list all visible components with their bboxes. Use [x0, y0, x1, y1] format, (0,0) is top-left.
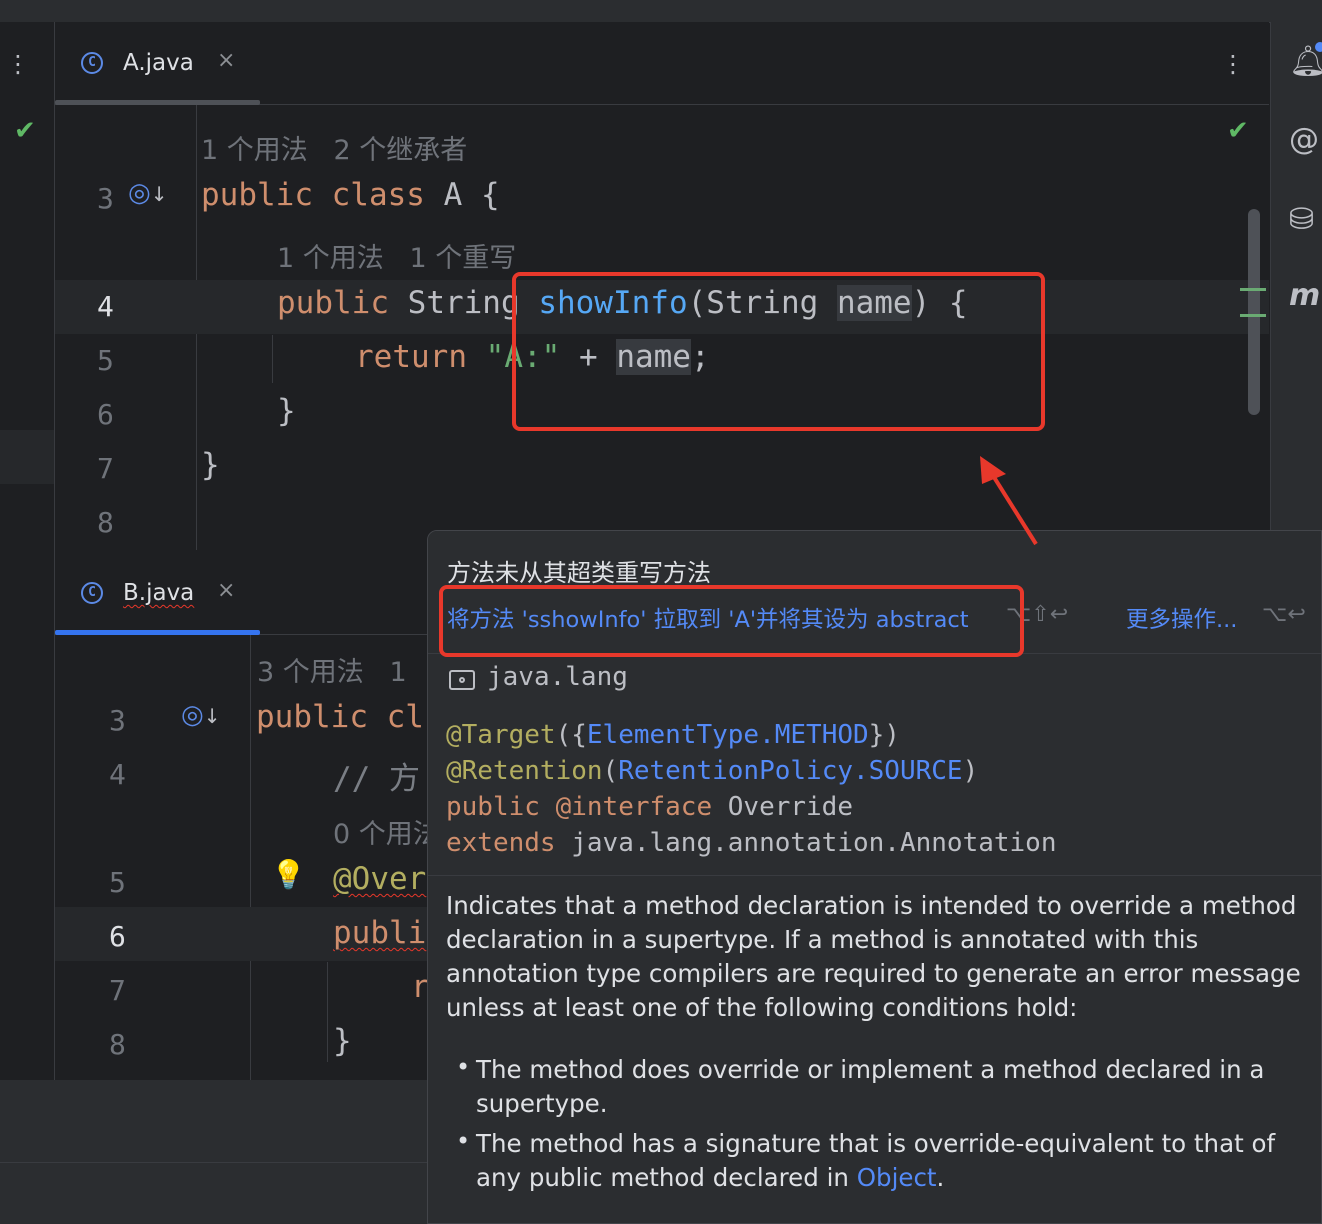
error-stripe-mark[interactable]: [1240, 314, 1266, 317]
class-icon: C: [81, 52, 103, 74]
code-line-5[interactable]: @Over: [333, 861, 426, 897]
doc-bullet: The method does override or implement a …: [476, 1055, 1265, 1118]
line-number: 3: [97, 182, 114, 215]
code-line-6[interactable]: publi: [333, 915, 426, 951]
doc-body: Indicates that a method declaration is i…: [428, 875, 1321, 1223]
tab-underline: [55, 100, 260, 105]
maven-icon[interactable]: m: [1289, 278, 1320, 313]
close-icon[interactable]: ×: [217, 578, 235, 603]
more-actions-link[interactable]: 更多操作...: [1126, 602, 1237, 634]
check-icon: ✔: [14, 116, 36, 146]
code-text: ): [962, 756, 979, 786]
tab-b-java[interactable]: C B.java ×: [55, 552, 260, 635]
doc-description: Indicates that a method declaration is i…: [446, 891, 1301, 1022]
editor-b[interactable]: C B.java × 3 个用法 1 3 ◎↓ public cl 4 // 方…: [55, 552, 430, 1080]
code-text: }): [868, 720, 900, 750]
doc-declaration: java.lang @Target({ElementType.METHOD}) …: [428, 653, 1321, 876]
kebab-icon[interactable]: ⋮: [1221, 52, 1245, 76]
database-icon[interactable]: ⛁: [1289, 202, 1314, 237]
bottom-divider: [0, 1162, 430, 1163]
line-number: 8: [97, 506, 114, 539]
tab-underline-active: [55, 630, 260, 635]
line-number: 8: [109, 1028, 126, 1061]
more-actions-shortcut: ⌥↩: [1262, 602, 1306, 627]
code-line-7[interactable]: }: [201, 447, 220, 483]
line-number: 7: [109, 974, 126, 1007]
code-annotation: @Retention: [446, 756, 603, 786]
bullet-marker: •: [456, 1053, 471, 1081]
code-link[interactable]: RetentionPolicy.SOURCE: [618, 756, 962, 786]
line-number: 4: [109, 758, 126, 791]
code-text: (: [602, 756, 619, 786]
usage-hint-class[interactable]: 3 个用法 1: [257, 650, 407, 689]
object-link[interactable]: Object: [857, 1163, 937, 1192]
line-number: 5: [97, 344, 114, 377]
editor-a-tabbar: C A.java × ⋮: [55, 22, 1269, 105]
decl-interface: public @interface Override: [446, 792, 853, 822]
line-number-current: 4: [97, 290, 114, 323]
code-keyword: extends: [446, 828, 556, 858]
code-text: A {: [443, 177, 500, 213]
editor-b-tabbar: C B.java ×: [55, 552, 430, 635]
package-icon: [449, 670, 475, 690]
code-line-4[interactable]: // 方: [333, 753, 420, 798]
bottom-panel: [0, 1080, 430, 1224]
line-number: 7: [97, 452, 114, 485]
code-keyword: public class: [201, 177, 444, 213]
bullet-marker: •: [456, 1127, 471, 1155]
highlight-box-quickfix: [439, 585, 1024, 657]
code-keyword: public: [446, 792, 540, 822]
ai-assistant-icon[interactable]: @: [1289, 122, 1319, 157]
highlight-box-method: [512, 272, 1045, 431]
doc-bullet: The method has a signature that is overr…: [476, 1127, 1296, 1195]
error-stripe-mark[interactable]: [1240, 288, 1266, 291]
left-tool-strip: ⋮ ✔: [0, 22, 55, 1080]
line-number-current: 6: [109, 920, 126, 953]
check-icon: ✔: [1227, 116, 1249, 146]
line-number: 3: [109, 704, 126, 737]
code-text: ({: [555, 720, 587, 750]
kebab-icon[interactable]: ⋮: [6, 52, 30, 76]
code-line-3[interactable]: public cl: [256, 699, 424, 735]
code-link[interactable]: ElementType.METHOD: [587, 720, 869, 750]
bullet-end: .: [936, 1163, 945, 1192]
indent-guide: [272, 335, 273, 383]
code-keyword: return: [355, 339, 486, 375]
inspection-title: 方法未从其超类重写方法: [447, 559, 711, 587]
overriding-gutter-icon[interactable]: ◎↓: [181, 700, 220, 730]
usage-hint-class[interactable]: 1 个用法 2 个继承者: [201, 128, 467, 167]
left-strip-highlight: [0, 430, 54, 484]
lightbulb-icon[interactable]: 💡: [271, 858, 306, 891]
code-keyword: public: [277, 285, 408, 321]
decl-retention: @Retention(RetentionPolicy.SOURCE): [446, 756, 978, 786]
notification-dot: [1315, 42, 1322, 52]
usage-hint-method[interactable]: 1 个用法 1 个重写: [277, 236, 516, 275]
line-number: 6: [97, 398, 114, 431]
code-line-8[interactable]: }: [333, 1023, 352, 1059]
tab-a-java[interactable]: C A.java ×: [55, 22, 260, 105]
decl-extends: extends java.lang.annotation.Annotation: [446, 828, 1056, 858]
implemented-gutter-icon[interactable]: ◎↓: [128, 178, 167, 208]
tab-label: B.java: [123, 580, 195, 606]
code-annotation: @Target: [446, 720, 556, 750]
package-link[interactable]: java.lang: [487, 662, 628, 692]
gutter-separator: [250, 635, 251, 1080]
code-line-3[interactable]: public class A {: [201, 177, 500, 213]
close-icon[interactable]: ×: [217, 48, 235, 73]
top-bar: [0, 0, 1322, 23]
decl-target: @Target({ElementType.METHOD}): [446, 720, 900, 750]
vertical-scrollbar[interactable]: [1248, 209, 1260, 415]
usage-hint-method[interactable]: 0 个用法: [333, 812, 430, 851]
code-text: java.lang.annotation.Annotation: [555, 828, 1057, 858]
code-keyword: @interface: [539, 792, 728, 822]
line-number: 5: [109, 866, 126, 899]
code-text: Override: [727, 792, 853, 822]
indent-guide: [327, 962, 328, 1062]
tab-label: A.java: [123, 50, 194, 76]
code-line-6[interactable]: }: [277, 393, 296, 429]
class-icon: C: [81, 582, 103, 604]
